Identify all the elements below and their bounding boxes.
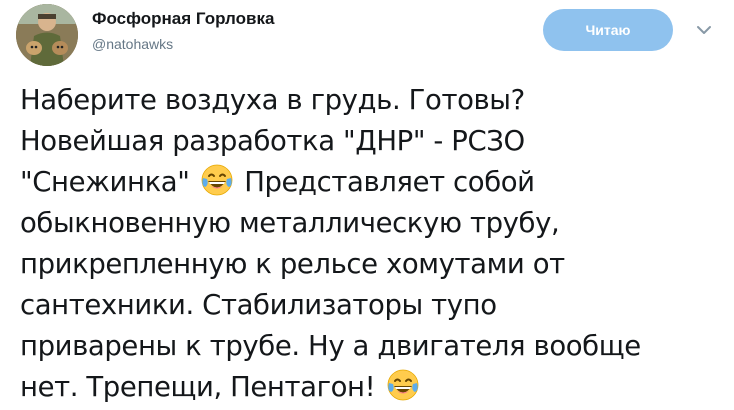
avatar[interactable]: [16, 4, 78, 66]
laughing-tears-emoji-icon: [200, 163, 234, 197]
tweet-line: обыкновенную металлическую трубу,: [20, 207, 560, 239]
tweet-line: Новейшая разработка "ДНР" - РСЗО: [20, 125, 525, 157]
tweet-line: Наберите воздуха в грудь. Готовы?: [20, 84, 525, 116]
tweet-line: "Снежинка" Представляет собой: [20, 162, 720, 203]
follow-button[interactable]: Читаю: [543, 9, 673, 51]
tweet-card: Фосфорная Горловка @natohawks Читаю Набе…: [0, 0, 734, 410]
tweet-line: прикрепленную к рельсе хомутами от: [20, 248, 565, 280]
tweet-line: приварены к трубе. Ну а двигателя вообще: [20, 330, 641, 362]
follow-button-label: Читаю: [585, 22, 631, 38]
laughing-tears-emoji-icon: [386, 368, 420, 402]
tweet-segment: Представляет собой: [244, 166, 535, 198]
avatar-image: [16, 4, 78, 66]
tweet-segment: нет. Трепещи, Пентагон!: [20, 371, 376, 403]
author-display-name[interactable]: Фосфорная Горловка: [92, 9, 274, 29]
tweet-line: сантехники. Стабилизаторы тупо: [20, 289, 497, 321]
tweet-segment: "Снежинка": [20, 166, 190, 198]
tweet-text: Наберите воздуха в грудь. Готовы? Новейш…: [20, 80, 720, 408]
tweet-line: нет. Трепещи, Пентагон!: [20, 367, 720, 408]
chevron-down-icon[interactable]: [695, 22, 713, 36]
author-handle[interactable]: @natohawks: [92, 36, 173, 52]
